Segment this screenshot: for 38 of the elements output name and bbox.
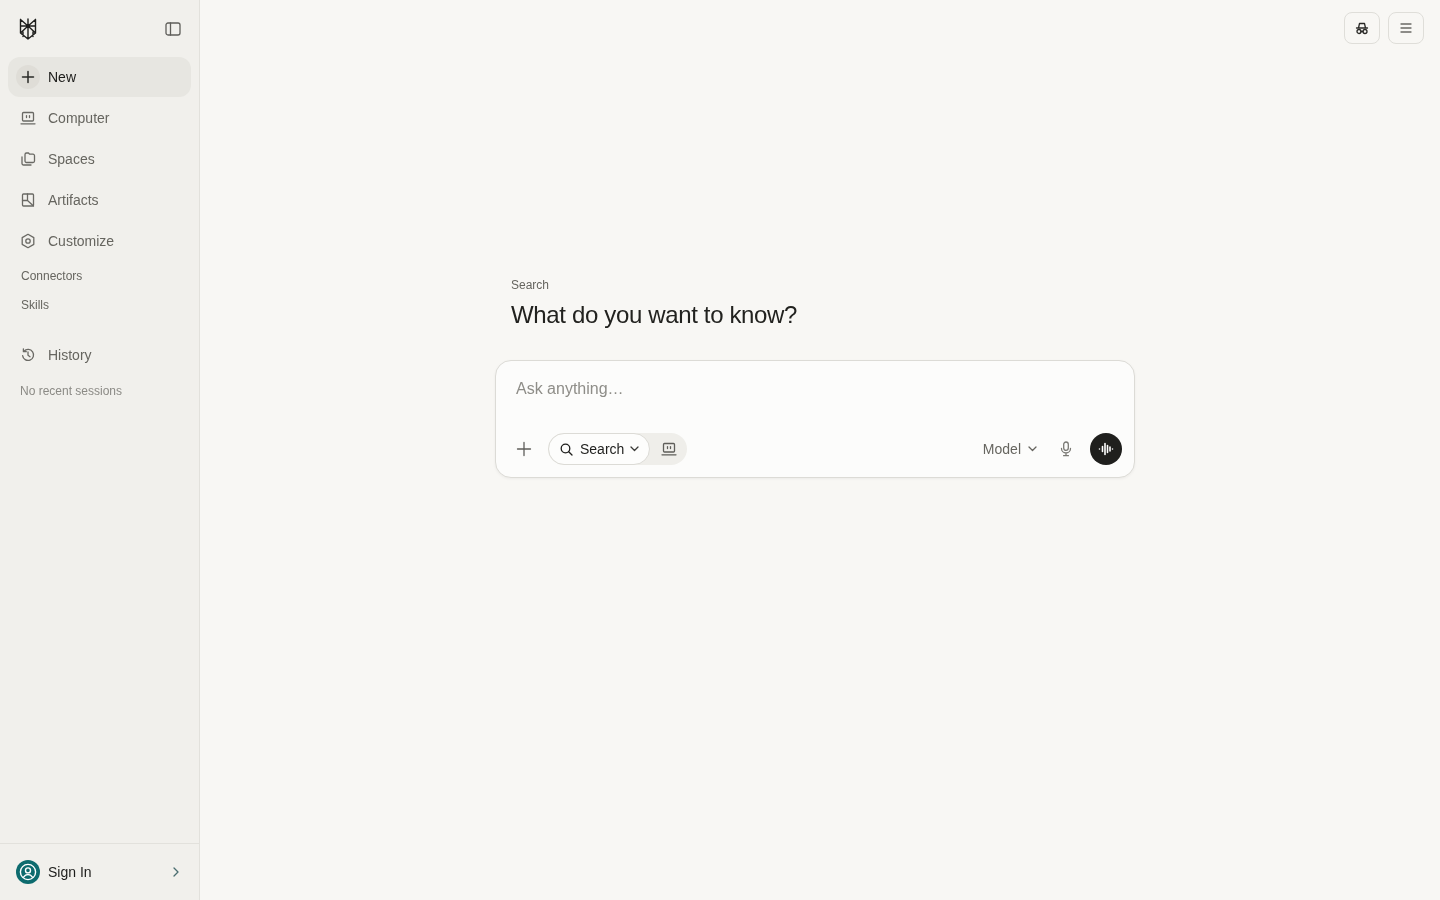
waveform-icon [1098,442,1114,456]
chevron-down-icon [630,446,640,452]
nav-item[interactable]: New [8,57,191,97]
sidebar-link[interactable]: Connectors [21,262,83,291]
menu-icon [1400,23,1412,33]
history-item[interactable]: History [8,335,191,375]
history-icon [20,347,36,363]
mode-tab[interactable]: Search [548,433,651,465]
layout-icon [20,192,36,208]
laptop-icon [20,110,36,126]
user-avatar-icon [16,860,40,884]
nav-item[interactable]: Computer [8,98,191,138]
section-label: Search [510,277,550,293]
hexagon-icon [20,233,36,249]
microphone-icon [1060,441,1072,457]
page-heading: What do you want to know? [510,300,798,330]
collapse-sidebar-button[interactable] [165,21,181,36]
nav-item[interactable]: Customize [8,221,191,261]
plus-icon [16,65,40,89]
voice-mode-button[interactable] [1090,433,1122,465]
chevron-right-icon [173,867,179,877]
message-input[interactable]: Ask anything… [516,377,1076,401]
model-selector[interactable]: Model [974,433,1045,465]
sidebar-link[interactable]: Skills [21,291,49,320]
incognito-button[interactable] [1344,12,1380,44]
sign-in-button[interactable]: Sign In [8,852,191,892]
stacked-squares-icon [20,151,36,167]
empty-history-text: No recent sessions [19,383,124,399]
nav-item[interactable]: Spaces [8,139,191,179]
laptop-icon [661,441,678,457]
menu-button[interactable] [1388,12,1424,44]
search-icon [560,442,573,456]
nav-item[interactable]: Artifacts [8,180,191,220]
sidebar-panel-icon [165,21,181,36]
hat-glasses-icon [1355,21,1369,35]
logo-icon [18,17,38,40]
chevron-down-icon [1028,446,1037,452]
plus-icon [516,441,532,457]
